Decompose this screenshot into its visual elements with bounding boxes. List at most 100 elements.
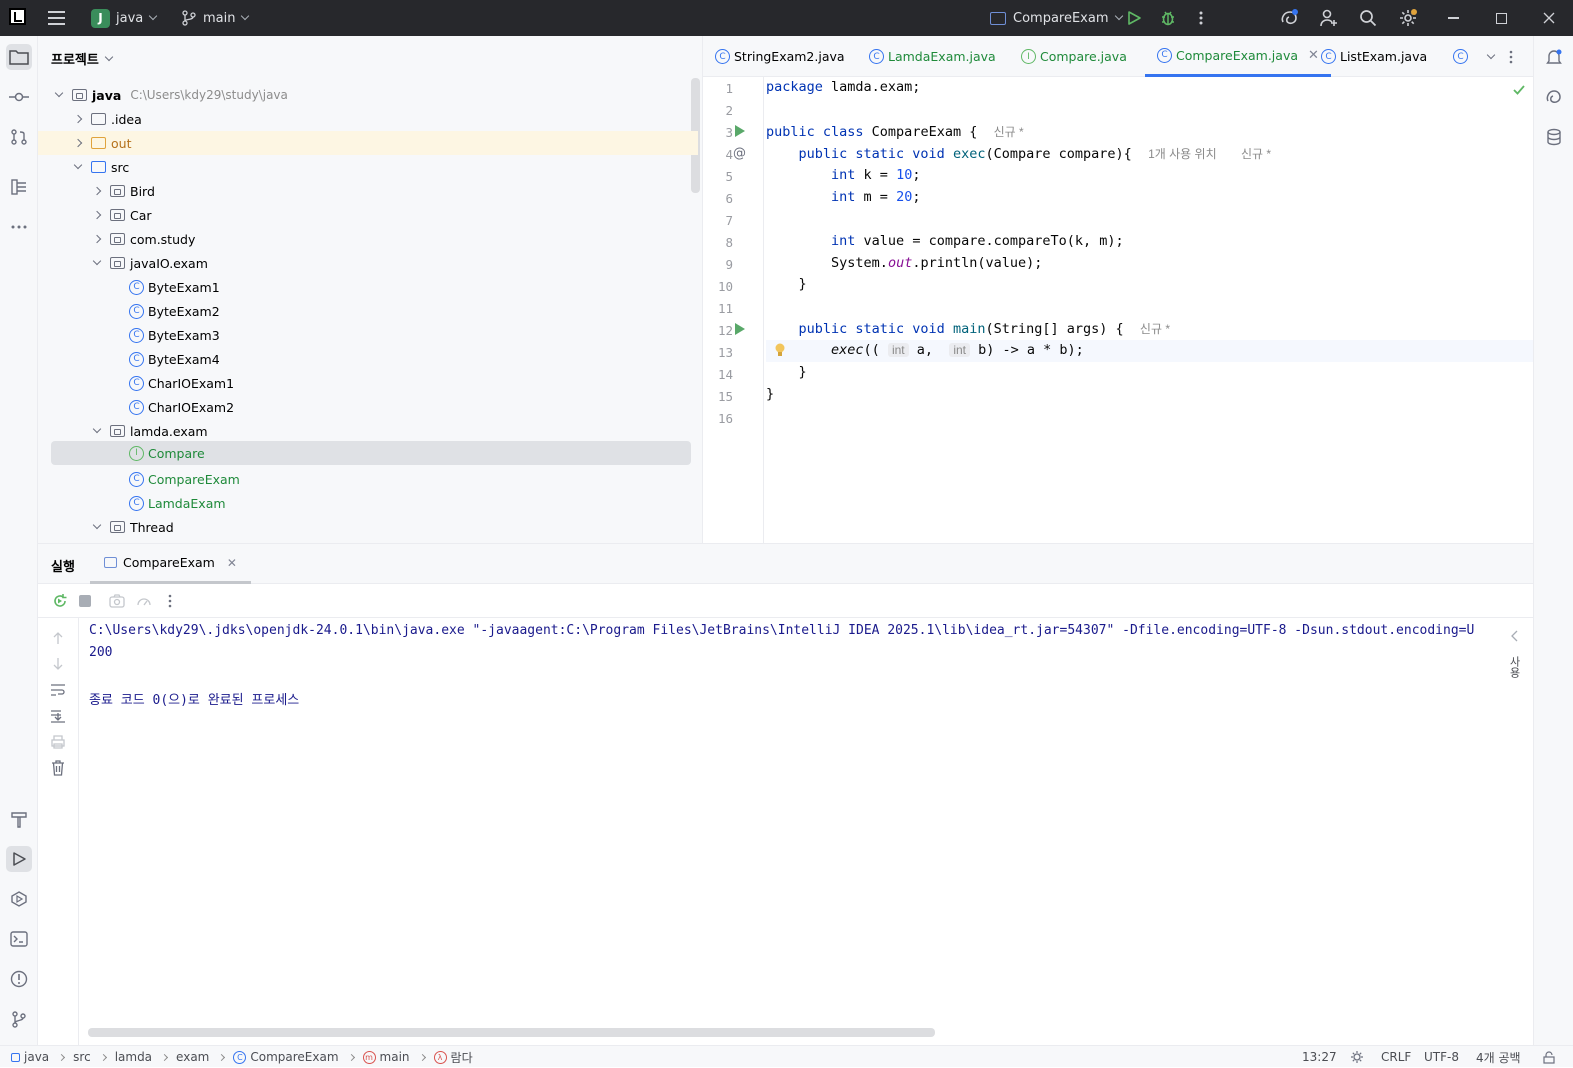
- settings-gear-icon[interactable]: [1398, 0, 1418, 36]
- code-line-13[interactable]: exec(( int a, int b) -> a * b);: [766, 342, 1084, 358]
- scroll-up-arrow-icon[interactable]: [48, 628, 68, 648]
- tab-listexam[interactable]: C ListExam.java: [1321, 36, 1427, 77]
- side-panel-label[interactable]: 사용: [1508, 656, 1522, 678]
- breadcrumb-item[interactable]: λ 람다: [433, 1049, 473, 1066]
- no-problems-check-icon[interactable]: [1513, 84, 1525, 99]
- close-tab-icon[interactable]: ✕: [227, 556, 237, 570]
- code-line-5[interactable]: int k = 10;: [766, 167, 920, 183]
- tree-item-compareexam[interactable]: C CompareExam: [38, 467, 698, 491]
- tabs-dropdown-chevron-icon[interactable]: [1481, 36, 1496, 77]
- breadcrumb-item[interactable]: exam: [176, 1050, 209, 1064]
- tree-item-compare[interactable]: I Compare: [51, 441, 691, 465]
- tabs-more-icon[interactable]: [1509, 36, 1513, 77]
- dump-threads-camera-icon[interactable]: [107, 591, 127, 611]
- collapse-arrow-icon[interactable]: [90, 232, 104, 246]
- expand-arrow-icon[interactable]: [90, 520, 104, 534]
- tab-lamdaexam[interactable]: C LamdaExam.java: [869, 36, 996, 77]
- project-selector[interactable]: J java: [91, 0, 158, 36]
- tree-item-chariOexam1[interactable]: C CharIOExam1: [38, 371, 698, 395]
- pull-requests-icon[interactable]: [6, 124, 32, 150]
- clear-trash-icon[interactable]: [48, 758, 68, 778]
- code-line-6[interactable]: int m = 20;: [766, 189, 920, 205]
- tree-item-javaio-exam[interactable]: javaIO.exam: [38, 251, 698, 275]
- database-icon[interactable]: [1541, 124, 1567, 150]
- run-gutter-icon[interactable]: [733, 323, 747, 337]
- more-actions-icon[interactable]: [160, 591, 180, 611]
- tab-stringexam2[interactable]: C StringExam2.java: [715, 36, 845, 77]
- soft-wrap-icon[interactable]: [48, 680, 68, 700]
- collapse-arrow-icon[interactable]: [90, 208, 104, 222]
- tree-item-thread[interactable]: Thread: [38, 515, 698, 539]
- file-encoding[interactable]: UTF-8: [1424, 1046, 1459, 1068]
- collapse-left-chevron-icon[interactable]: [1511, 630, 1519, 646]
- main-menu-icon[interactable]: [46, 0, 66, 36]
- problems-icon[interactable]: [6, 966, 32, 992]
- tree-item-car[interactable]: Car: [38, 203, 698, 227]
- breadcrumb-item[interactable]: m main: [362, 1050, 410, 1064]
- line-separator[interactable]: CRLF: [1381, 1046, 1411, 1068]
- tree-item-src[interactable]: src: [38, 155, 698, 179]
- code-line-14[interactable]: }: [766, 364, 807, 380]
- expand-arrow-icon[interactable]: [52, 88, 66, 102]
- expand-arrow-icon[interactable]: [90, 424, 104, 438]
- run-config-selector[interactable]: CompareExam: [990, 0, 1123, 36]
- tree-item-idea[interactable]: .idea: [38, 107, 698, 131]
- notifications-bell-icon[interactable]: [1541, 44, 1567, 70]
- run-button[interactable]: [1126, 0, 1142, 36]
- branch-selector[interactable]: main: [182, 0, 250, 36]
- structure-icon[interactable]: [6, 174, 32, 200]
- ai-assistant-icon[interactable]: [1279, 0, 1299, 36]
- expand-arrow-icon[interactable]: [90, 256, 104, 270]
- code-line-1[interactable]: package lamda.exam;: [766, 79, 920, 95]
- ai-chat-icon[interactable]: [1541, 84, 1567, 110]
- maximize-window-icon[interactable]: [1496, 0, 1507, 36]
- console-horizontal-scrollbar[interactable]: [88, 1028, 935, 1037]
- project-panel-title[interactable]: 프로젝트: [51, 49, 114, 68]
- services-icon[interactable]: [6, 886, 32, 912]
- inspection-icon[interactable]: [1350, 1046, 1364, 1068]
- code-line-8[interactable]: int value = compare.compareTo(k, m);: [766, 233, 1124, 249]
- expand-arrow-icon[interactable]: [71, 160, 85, 174]
- collapse-arrow-icon[interactable]: [90, 184, 104, 198]
- terminal-icon[interactable]: [6, 926, 32, 952]
- tree-item-com-study[interactable]: com.study: [38, 227, 698, 251]
- run-config-tab[interactable]: CompareExam ✕: [90, 544, 251, 584]
- profiler-gauge-icon[interactable]: [134, 591, 154, 611]
- search-icon[interactable]: [1359, 0, 1377, 36]
- indent-setting[interactable]: 4개 공백: [1476, 1046, 1521, 1068]
- tab-compare[interactable]: I Compare.java: [1021, 36, 1127, 77]
- code-line-4[interactable]: public static void exec(Compare compare)…: [766, 145, 1272, 162]
- code-line-12[interactable]: public static void main(String[] args) {…: [766, 320, 1171, 337]
- tab-compareexam[interactable]: C CompareExam.java ✕: [1145, 36, 1331, 77]
- tree-root-java[interactable]: java C:\Users\kdy29\study\java: [38, 83, 698, 107]
- tree-item-chariOexam2[interactable]: C CharIOExam2: [38, 395, 698, 419]
- code-line-10[interactable]: }: [766, 276, 807, 292]
- code-line-9[interactable]: System.out.println(value);: [766, 255, 1042, 271]
- rerun-icon[interactable]: [50, 591, 70, 611]
- commit-icon[interactable]: [6, 84, 32, 110]
- tree-item-bird[interactable]: Bird: [38, 179, 698, 203]
- tree-item-byteexam3[interactable]: C ByteExam3: [38, 323, 698, 347]
- add-user-icon[interactable]: [1319, 0, 1339, 36]
- minimize-window-icon[interactable]: [1448, 0, 1459, 36]
- intellij-logo-icon[interactable]: [9, 8, 26, 25]
- collapse-arrow-icon[interactable]: [71, 136, 85, 150]
- close-window-icon[interactable]: [1543, 0, 1555, 36]
- breadcrumb-item[interactable]: src: [73, 1050, 91, 1064]
- tree-item-byteexam4[interactable]: C ByteExam4: [38, 347, 698, 371]
- breadcrumb-item[interactable]: java: [11, 1050, 49, 1064]
- project-view-folder-icon[interactable]: [6, 44, 32, 70]
- debug-button[interactable]: [1159, 0, 1177, 36]
- scroll-down-arrow-icon[interactable]: [48, 654, 68, 674]
- print-icon[interactable]: [48, 732, 68, 752]
- caret-position[interactable]: 13:27: [1302, 1046, 1337, 1068]
- tree-item-lamda-exam[interactable]: lamda.exam: [38, 419, 698, 443]
- code-line-3[interactable]: public class CompareExam { 신규 *: [766, 123, 1024, 140]
- stop-icon[interactable]: [75, 591, 95, 611]
- git-icon[interactable]: [6, 1006, 32, 1032]
- close-tab-icon[interactable]: ✕: [1308, 48, 1319, 63]
- build-hammer-icon[interactable]: [6, 806, 32, 832]
- console-output[interactable]: C:\Users\kdy29\.jdks\openjdk-24.0.1\bin\…: [78, 618, 1498, 1046]
- code-line-15[interactable]: }: [766, 386, 774, 402]
- run-gutter-icon[interactable]: [733, 125, 747, 139]
